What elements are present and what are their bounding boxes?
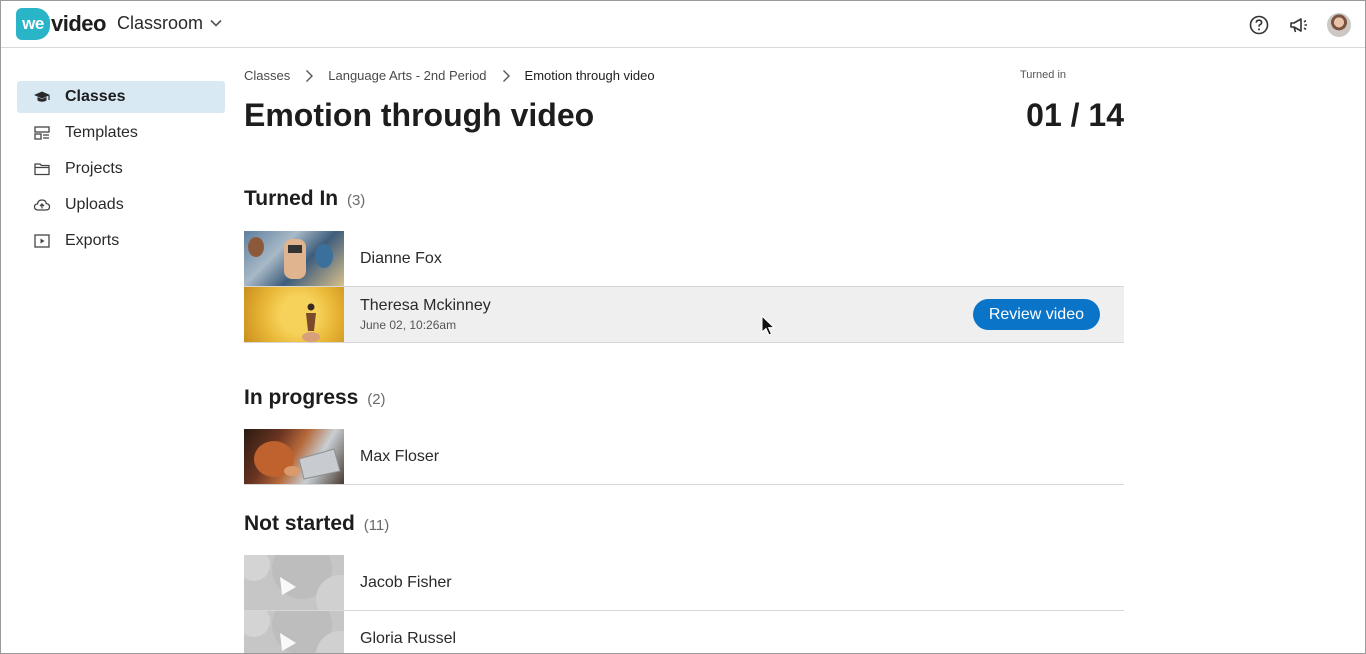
section-count: (3): [346, 192, 366, 209]
sidebar-item-uploads[interactable]: Uploads: [17, 189, 225, 221]
section-count: (11): [363, 517, 390, 534]
folder-icon: [34, 163, 50, 176]
chevron-right-icon: [306, 69, 314, 82]
cloud-upload-icon: [33, 199, 51, 211]
breadcrumb-class[interactable]: Language Arts - 2nd Period: [328, 68, 486, 83]
section-not-started: Not started (11): [244, 512, 389, 536]
student-row[interactable]: Gloria Russel: [244, 611, 1124, 653]
student-info: Max Floser: [360, 448, 439, 466]
user-avatar[interactable]: [1327, 13, 1351, 37]
logo-badge: we: [16, 8, 50, 40]
student-name: Gloria Russel: [360, 629, 457, 647]
section-turned-in: Turned In (3): [244, 187, 365, 211]
video-thumbnail[interactable]: [244, 287, 344, 342]
top-bar: we video Classroom: [1, 1, 1365, 48]
breadcrumb-current: Emotion through video: [524, 68, 655, 83]
app-window: we video Classroom Classes Templates Pro…: [0, 0, 1366, 654]
video-thumbnail[interactable]: [244, 429, 344, 484]
placeholder-thumbnail: [244, 611, 344, 653]
sidebar-item-label: Classes: [65, 88, 126, 105]
templates-icon: [34, 126, 50, 140]
placeholder-thumbnail: [244, 555, 344, 610]
sidebar-item-exports[interactable]: Exports: [17, 225, 225, 257]
student-info: Jacob Fisher: [360, 574, 452, 592]
sidebar-item-label: Projects: [65, 160, 123, 177]
mouse-cursor-icon: [761, 315, 776, 336]
chevron-down-icon[interactable]: [208, 15, 224, 31]
graduation-cap-icon: [34, 91, 50, 102]
review-video-button[interactable]: Review video: [972, 299, 1100, 330]
sidebar-item-classes[interactable]: Classes: [17, 81, 225, 113]
breadcrumb-classes[interactable]: Classes: [244, 68, 290, 83]
sidebar-item-projects[interactable]: Projects: [17, 153, 225, 185]
section-title: Turned In: [244, 187, 339, 210]
app-switcher-label[interactable]: Classroom: [117, 13, 203, 34]
sidebar-nav: Classes Templates Projects Uploads Expor…: [17, 81, 225, 261]
student-name: Jacob Fisher: [360, 573, 452, 591]
sidebar-item-label: Uploads: [65, 196, 124, 213]
logo-text: video: [51, 11, 106, 36]
turned-in-label: Turned in: [1019, 69, 1066, 81]
wevideo-logo[interactable]: we video: [16, 8, 106, 40]
announcements-icon[interactable]: [1288, 14, 1310, 36]
section-title: In progress: [244, 386, 359, 409]
student-name: Max Floser: [360, 447, 440, 465]
student-row[interactable]: Jacob Fisher: [244, 555, 1124, 611]
sidebar-item-templates[interactable]: Templates: [17, 117, 225, 149]
chevron-right-icon: [502, 69, 510, 82]
help-icon[interactable]: [1248, 14, 1270, 36]
submission-date: June 02, 10:26am: [360, 318, 457, 332]
student-name: Dianne Fox: [360, 249, 442, 267]
student-info: Dianne Fox: [360, 250, 442, 268]
page-title: Emotion through video: [244, 97, 595, 133]
section-count: (2): [367, 391, 386, 408]
play-square-icon: [34, 234, 50, 248]
sidebar-item-label: Exports: [65, 232, 120, 249]
turned-in-count: 01 / 14: [1026, 97, 1124, 133]
student-info: Theresa Mckinney June 02, 10:26am: [360, 297, 491, 332]
section-title: Not started: [244, 512, 355, 535]
video-thumbnail[interactable]: [244, 231, 344, 286]
breadcrumb: Classes Language Arts - 2nd Period Emoti…: [244, 68, 655, 83]
student-row[interactable]: Theresa Mckinney June 02, 10:26am Review…: [244, 287, 1124, 343]
student-row[interactable]: Max Floser: [244, 429, 1124, 485]
sidebar-item-label: Templates: [65, 124, 138, 141]
student-info: Gloria Russel: [360, 630, 456, 648]
section-in-progress: In progress (2): [244, 386, 386, 410]
student-name: Theresa Mckinney: [360, 297, 491, 314]
student-row[interactable]: Dianne Fox: [244, 231, 1124, 287]
